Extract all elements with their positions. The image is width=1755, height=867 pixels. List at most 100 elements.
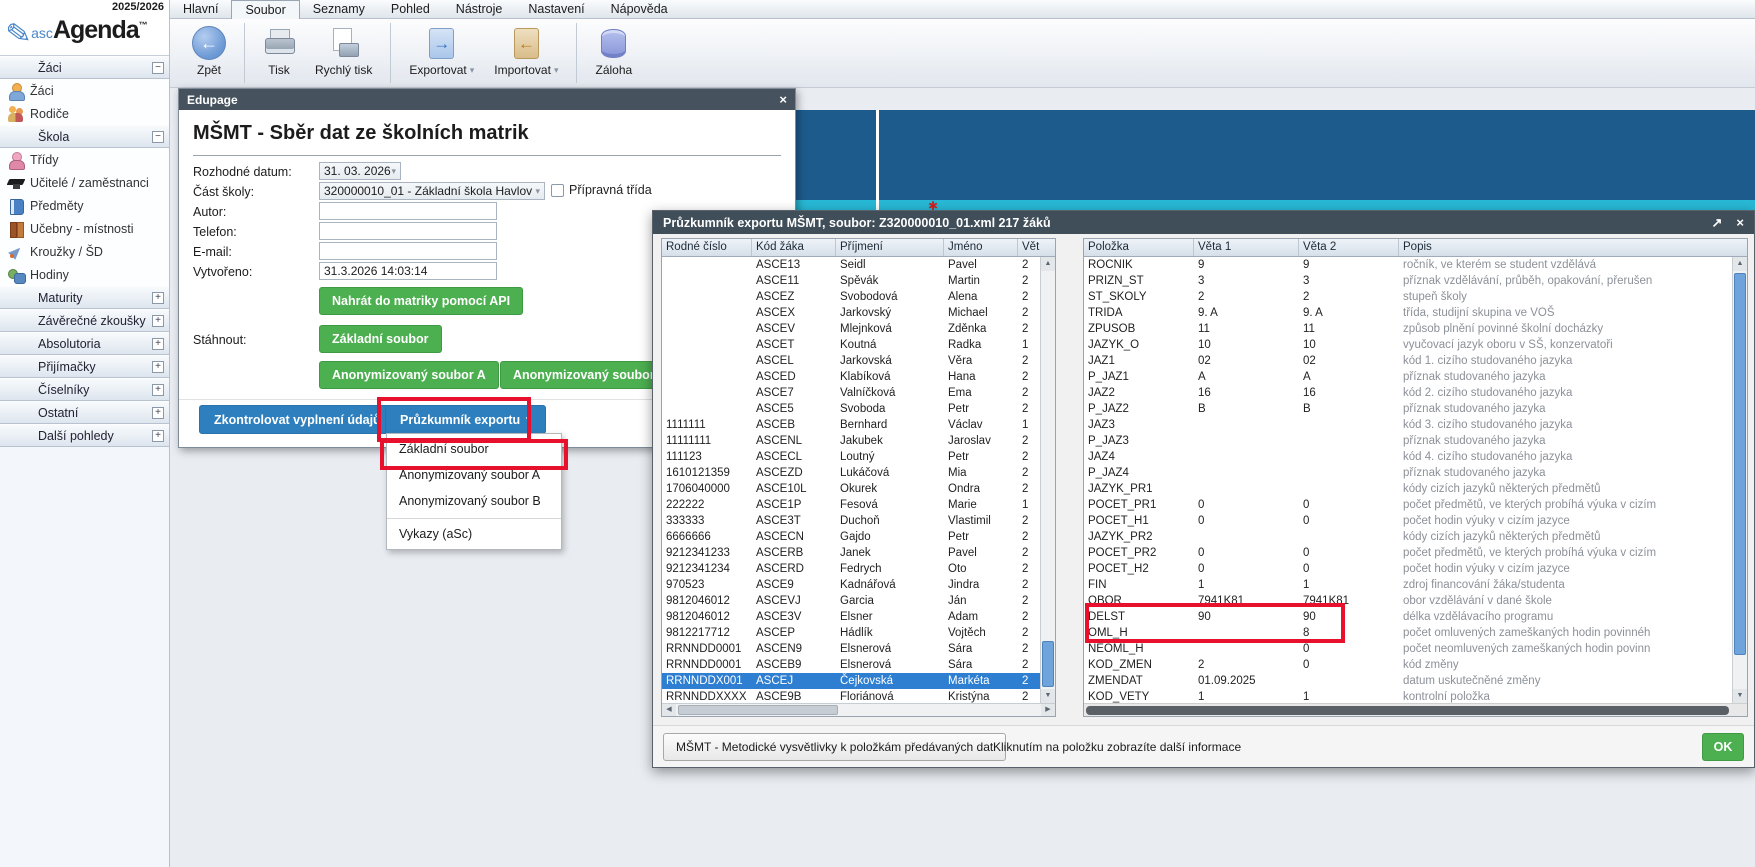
ok-button[interactable]: OK	[1702, 733, 1744, 761]
item-row[interactable]: TRIDA 9. A 9. A třída, studijní skupina …	[1084, 305, 1732, 321]
item-row[interactable]: OML_H 8 počet omluvených zameškaných hod…	[1084, 625, 1732, 641]
dropdown-menu-item[interactable]: Anonymizovaný soubor A	[387, 462, 561, 488]
expander-icon[interactable]: −	[152, 131, 164, 143]
sidebar-item[interactable]: Předměty	[0, 194, 169, 217]
quick-print-button[interactable]: Rychlý tisk	[305, 19, 382, 87]
student-row[interactable]: 9812046012 ASCEVJ Garcia Ján 2	[662, 593, 1040, 609]
sidebar-item[interactable]: Škola −	[0, 125, 169, 148]
item-row[interactable]: POCET_PR1 0 0 počet předmětů, ve kterých…	[1084, 497, 1732, 513]
preparatory-class-checkbox[interactable]: Přípravná třída	[551, 183, 652, 197]
item-row[interactable]: POCET_H1 0 0 počet hodin výuky v cizím j…	[1084, 513, 1732, 529]
column-header[interactable]: Příjmení	[836, 239, 944, 256]
import-button[interactable]: ← Importovat▾	[484, 19, 568, 87]
scrollbar-thumb[interactable]	[1734, 273, 1746, 655]
item-row[interactable]: FIN 1 1 zdroj financování žáka/studenta	[1084, 577, 1732, 593]
student-row[interactable]: ASCE5 Svoboda Petr 2	[662, 401, 1040, 417]
student-row[interactable]: ASCE7 Valníčková Ema 2	[662, 385, 1040, 401]
student-row[interactable]: ASCEX Jarkovský Michael 2	[662, 305, 1040, 321]
column-header[interactable]: Rodné číslo	[662, 239, 752, 256]
student-row[interactable]: 9812046012 ASCE3V Elsner Adam 2	[662, 609, 1040, 625]
item-row[interactable]: P_JAZ4 příznak studovaného jazyka	[1084, 465, 1732, 481]
student-row[interactable]: 1706040000 ASCE10L Okurek Ondra 2	[662, 481, 1040, 497]
export-button[interactable]: → Exportovat▾	[399, 19, 484, 87]
dropdown-menu-item[interactable]: Vykazy (aSc)	[387, 518, 561, 547]
column-header[interactable]: Popis	[1399, 239, 1732, 256]
expander-icon[interactable]: +	[152, 315, 164, 327]
phone-input[interactable]	[319, 222, 497, 240]
student-row[interactable]: 970523 ASCE9 Kadnářová Jindra 2	[662, 577, 1040, 593]
item-row[interactable]: P_JAZ2 B B příznak studovaného jazyka	[1084, 401, 1732, 417]
student-row[interactable]: 111123 ASCECL Loutný Petr 2	[662, 449, 1040, 465]
student-row[interactable]: 9812217712 ASCEP Hádlík Vojtěch 2	[662, 625, 1040, 641]
basic-file-button[interactable]: Základní soubor	[319, 325, 442, 353]
scroll-up-icon[interactable]: ▲	[1041, 257, 1055, 271]
student-row[interactable]: 9212341233 ASCERB Janek Pavel 2	[662, 545, 1040, 561]
created-input[interactable]: 31.3.2026 14:03:14	[319, 262, 497, 280]
column-header[interactable]: Kód žáka	[752, 239, 836, 256]
maximize-icon[interactable]: ↗	[1712, 215, 1723, 231]
vertical-scrollbar[interactable]: ▲ ▼	[1040, 257, 1055, 703]
column-header[interactable]: Vět	[1018, 239, 1042, 256]
item-row[interactable]: POCET_PR2 0 0 počet předmětů, ve kterých…	[1084, 545, 1732, 561]
dropdown-menu-item[interactable]: Anonymizovaný soubor B	[387, 488, 561, 514]
student-row[interactable]: 222222 ASCE1P Fesová Marie 1	[662, 497, 1040, 513]
student-row[interactable]: 9212341234 ASCERD Fedrych Oto 2	[662, 561, 1040, 577]
scroll-down-icon[interactable]: ▼	[1041, 689, 1055, 703]
window-titlebar[interactable]: Průzkumník exportu MŠMT, soubor: Z320000…	[653, 211, 1754, 234]
student-row[interactable]: 1111111 ASCEB Bernhard Václav 1	[662, 417, 1040, 433]
scroll-right-icon[interactable]: ▶	[1041, 704, 1055, 716]
checkbox-icon[interactable]	[551, 184, 564, 197]
sidebar-item[interactable]: Učebny - místnosti	[0, 217, 169, 240]
item-row[interactable]: JAZYK_PR1 kódy cizích jazyků některých p…	[1084, 481, 1732, 497]
student-row[interactable]: ASCEL Jarkovská Věra 2	[662, 353, 1040, 369]
sidebar-item[interactable]: Žáci −	[0, 56, 169, 79]
student-row[interactable]: RRNNDD0001 ASCEB9 Elsnerová Sára 2	[662, 657, 1040, 673]
school-part-select[interactable]: 320000010_01 - Základní škola Havlov p.o…	[319, 182, 545, 200]
student-row[interactable]: ASCEV Mlejnková Zděnka 2	[662, 321, 1040, 337]
item-row[interactable]: JAZ2 16 16 kód 2. cizího studovaného jaz…	[1084, 385, 1732, 401]
menu-tab[interactable]: Hlavní	[170, 0, 231, 19]
expander-icon[interactable]: +	[152, 338, 164, 350]
item-row[interactable]: POCET_H2 0 0 počet hodin výuky v cizím j…	[1084, 561, 1732, 577]
item-row[interactable]: JAZ3 kód 3. cizího studovaného jazyka	[1084, 417, 1732, 433]
menu-tab[interactable]: Soubor	[231, 0, 299, 19]
item-row[interactable]: JAZ1 02 02 kód 1. cizího studovaného jaz…	[1084, 353, 1732, 369]
item-row[interactable]: NEOML_H 0 počet neomluvených zameškaných…	[1084, 641, 1732, 657]
menu-tab[interactable]: Nápověda	[598, 0, 681, 19]
student-row[interactable]: RRNNDD0001 ASCEN9 Elsnerová Sára 2	[662, 641, 1040, 657]
vertical-scrollbar[interactable]: ▲ ▼	[1732, 257, 1747, 703]
item-row[interactable]: P_JAZ3 příznak studovaného jazyka	[1084, 433, 1732, 449]
item-row[interactable]: ZPUSOB 11 11 způsob plnění povinné školn…	[1084, 321, 1732, 337]
email-input[interactable]	[319, 242, 497, 260]
item-row[interactable]: DELST 90 90 délka vzdělávacího programu	[1084, 609, 1732, 625]
back-button[interactable]: ← Zpět	[182, 19, 236, 87]
column-header[interactable]: Jméno	[944, 239, 1018, 256]
sidebar-item[interactable]: Závěrečné zkoušky +	[0, 309, 169, 332]
sidebar-item[interactable]: Žáci	[0, 79, 169, 102]
dropdown-menu-item[interactable]: Základní soubor	[387, 436, 561, 462]
student-row[interactable]: RRNNDDX001 ASCEJ Čejkovská Markéta 2	[662, 673, 1040, 689]
sidebar-item[interactable]: Číselníky +	[0, 378, 169, 401]
scroll-up-icon[interactable]: ▲	[1733, 257, 1747, 271]
date-select[interactable]: 31. 03. 2026 ▾	[319, 162, 401, 180]
sidebar-item[interactable]: Učitelé / zaměstnanci	[0, 171, 169, 194]
close-icon[interactable]: ×	[779, 92, 787, 107]
student-row[interactable]: 1610121359 ASCEZD Lukáčová Mia 2	[662, 465, 1040, 481]
sidebar-item[interactable]: Hodiny	[0, 263, 169, 286]
menu-tab[interactable]: Nastavení	[515, 0, 597, 19]
check-data-button[interactable]: Zkontrolovat vyplnení údajů	[199, 405, 396, 434]
item-row[interactable]: ST_SKOLY 2 2 stupeň školy	[1084, 289, 1732, 305]
scroll-left-icon[interactable]: ◀	[662, 704, 676, 716]
scrollbar-thumb[interactable]	[1086, 706, 1729, 715]
column-header[interactable]: Věta 2	[1299, 239, 1399, 256]
item-row[interactable]: P_JAZ1 A A příznak studovaného jazyka	[1084, 369, 1732, 385]
student-row[interactable]: ASCED Klabíková Hana 2	[662, 369, 1040, 385]
expander-icon[interactable]: +	[152, 430, 164, 442]
backup-button[interactable]: Záloha	[585, 19, 642, 87]
sidebar-item[interactable]: Rodiče	[0, 102, 169, 125]
student-row[interactable]: 333333 ASCE3T Duchoň Vlastimil 2	[662, 513, 1040, 529]
student-row[interactable]: 11111111 ASCENL Jakubek Jaroslav 2	[662, 433, 1040, 449]
item-row[interactable]: JAZYK_O 10 10 vyučovací jazyk oboru v SŠ…	[1084, 337, 1732, 353]
student-row[interactable]: 6666666 ASCECN Gajdo Petr 2	[662, 529, 1040, 545]
sidebar-item[interactable]: Další pohledy +	[0, 424, 169, 447]
